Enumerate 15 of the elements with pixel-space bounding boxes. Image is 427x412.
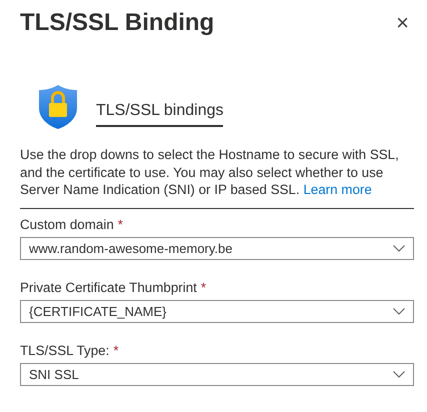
chevron-down-icon [393, 308, 405, 314]
field-label: Private Certificate Thumbprint * [20, 280, 208, 294]
shield-lock-icon [38, 84, 78, 130]
dropdown[interactable]: SNI SSL [20, 362, 414, 386]
dropdown[interactable]: {CERTIFICATE_NAME} [20, 300, 414, 322]
dropdown[interactable]: www.random-awesome-memory.be [20, 236, 414, 260]
field-label: Custom domain * [20, 216, 124, 232]
section-heading: TLS/SSL bindings [96, 102, 224, 126]
panel-title: TLS/SSL Binding [20, 9, 214, 37]
chevron-down-icon [393, 370, 405, 378]
description-text: Use the drop downs to select the Hostname to secure with SSL, and the certificate to use. You may also select whether to use Server Name Indication (SNI) or IP based SSL. Learn more [20, 146, 414, 208]
learn-more-link[interactable]: Learn more [303, 182, 372, 197]
chevron-down-icon [393, 244, 405, 252]
field-label: TLS/SSL Type: * [20, 342, 120, 358]
close-button[interactable]: × [392, 12, 413, 34]
